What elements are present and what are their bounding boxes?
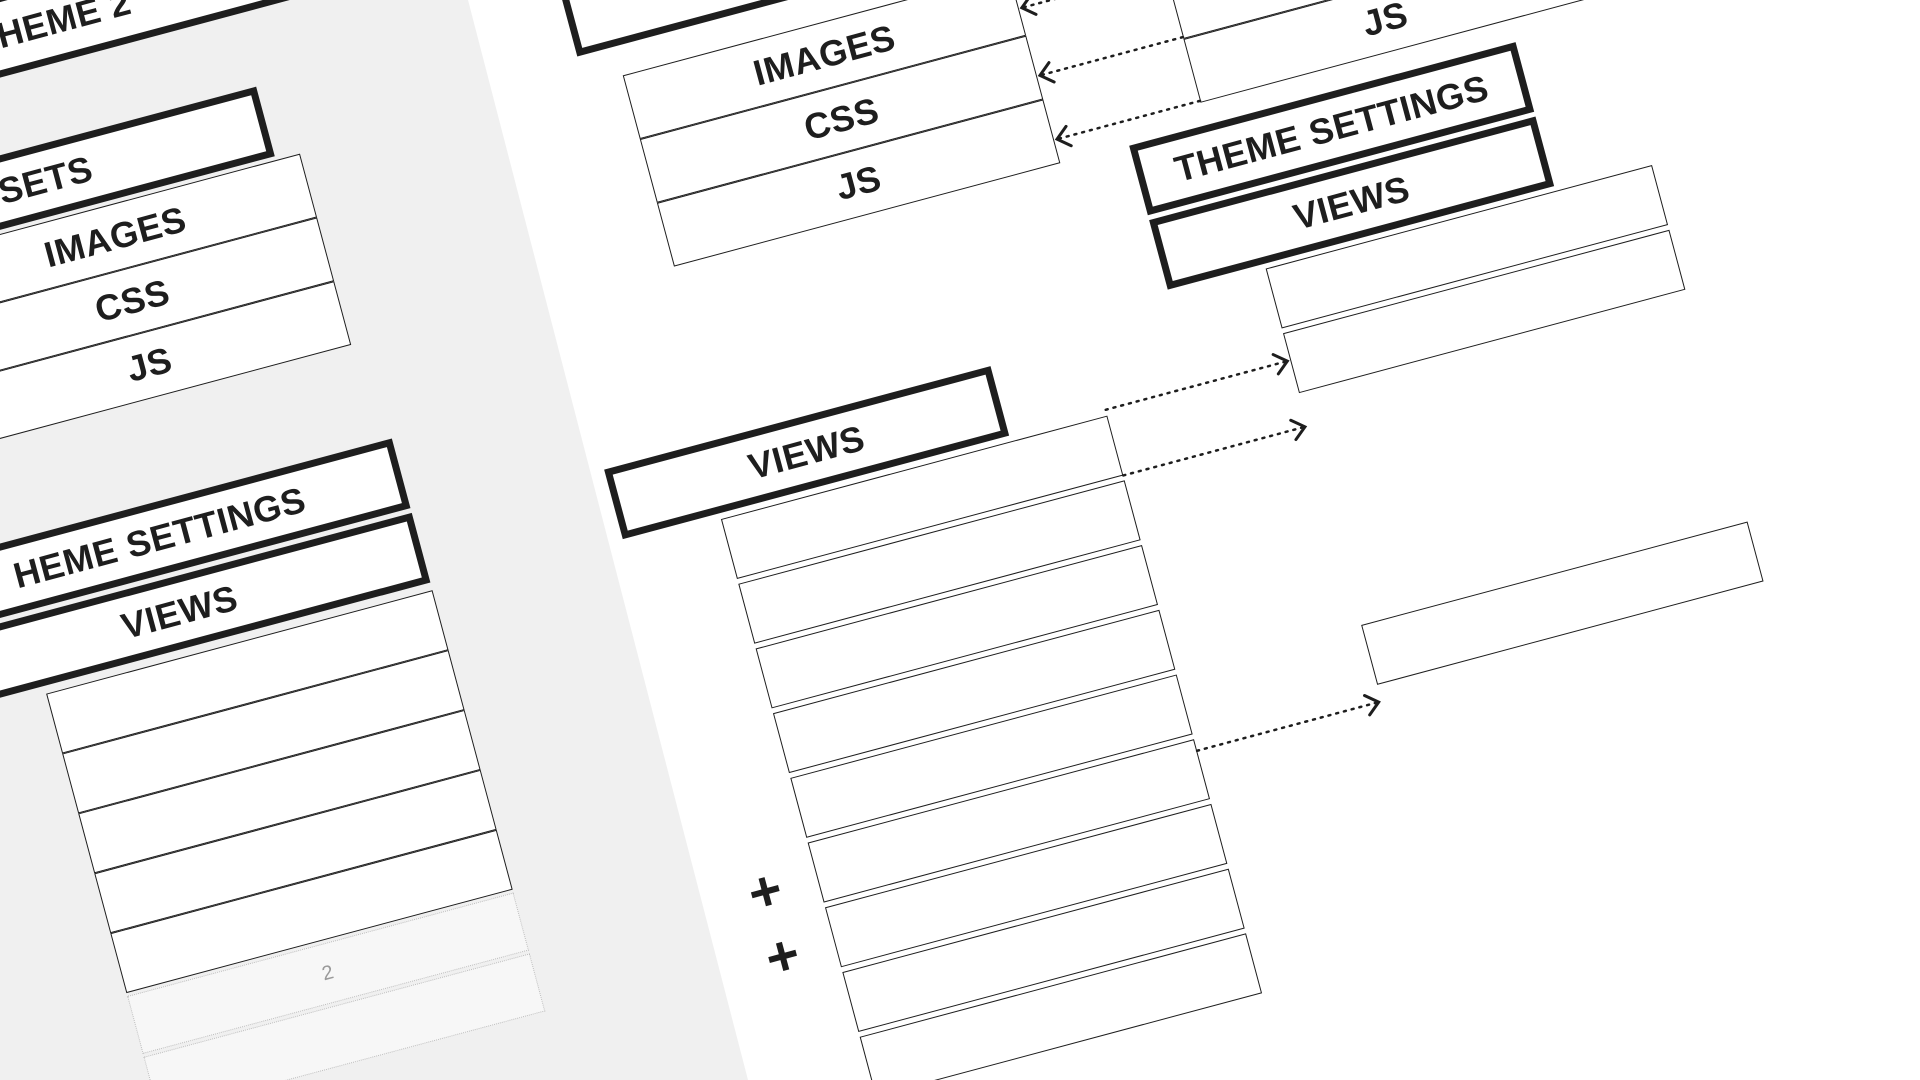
arrow-left-icon xyxy=(1019,0,1038,16)
connector-view-2 xyxy=(1122,425,1307,477)
connector-view-6 xyxy=(1195,700,1380,752)
arrow-left-icon xyxy=(1037,61,1056,84)
connector-view-1 xyxy=(1104,359,1289,412)
connector-js xyxy=(1055,99,1202,141)
connector-css xyxy=(1038,35,1185,77)
arrow-right-icon xyxy=(1363,694,1381,717)
arrow-right-icon xyxy=(1271,353,1290,376)
theme-structure-diagram: CY THEME 2 SSETS IMAGES CSS JS HEME SETT… xyxy=(0,0,1920,1080)
arrow-left-icon xyxy=(1054,124,1073,148)
plus-icon[interactable]: + xyxy=(758,921,806,990)
connector-images xyxy=(1020,0,1167,10)
arrow-right-icon xyxy=(1289,418,1308,442)
